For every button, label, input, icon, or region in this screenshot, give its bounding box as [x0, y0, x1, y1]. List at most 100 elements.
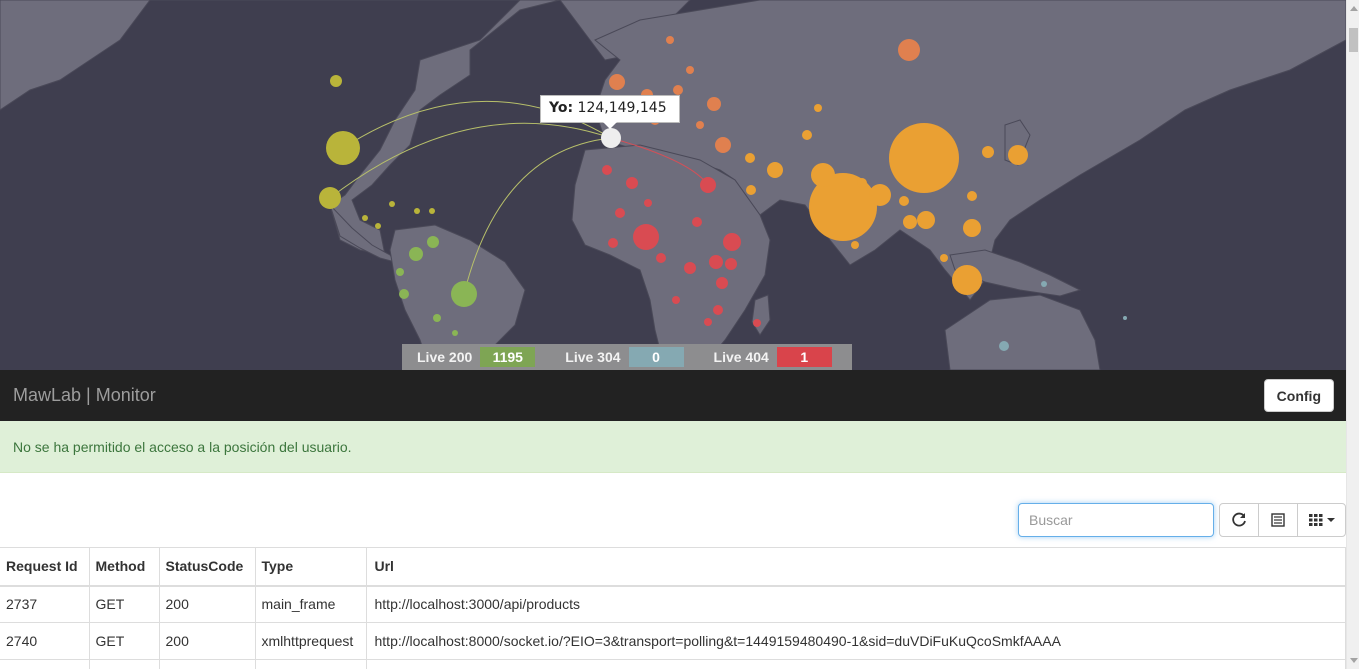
- bubble-colombia[interactable]: [409, 247, 423, 261]
- bubble-mozambique[interactable]: [713, 305, 723, 315]
- column-header-type[interactable]: Type: [255, 547, 367, 587]
- bubble-korea[interactable]: [982, 146, 994, 158]
- bubble-europe-2[interactable]: [707, 97, 721, 111]
- column-header-statuscode[interactable]: StatusCode: [159, 547, 256, 587]
- bubble-cameroon[interactable]: [656, 253, 666, 263]
- bubble-caribbean-3[interactable]: [375, 223, 381, 229]
- columns-dropdown-button[interactable]: [1297, 503, 1346, 537]
- config-button[interactable]: Config: [1263, 379, 1334, 412]
- bubble-bangladesh[interactable]: [869, 184, 891, 206]
- bubble-philippines[interactable]: [963, 219, 981, 237]
- bubble-sudan[interactable]: [692, 217, 702, 227]
- bubble-nigeria[interactable]: [633, 224, 659, 250]
- refresh-button[interactable]: [1219, 503, 1259, 537]
- bubble-malaysia[interactable]: [940, 254, 948, 262]
- my-location-tooltip: Yo: 124,149,145: [540, 95, 680, 129]
- table-row[interactable]: 2740 GET 200 xmlhttprequest http://local…: [0, 622, 1346, 660]
- stat-label: Live 404: [713, 349, 769, 365]
- bubble-mexico[interactable]: [319, 187, 341, 209]
- bubble-russia[interactable]: [898, 39, 920, 61]
- bubble-brazil[interactable]: [451, 281, 477, 307]
- bubble-caribbean-4[interactable]: [362, 215, 368, 221]
- bubble-china[interactable]: [889, 123, 959, 193]
- bubble-europe-5[interactable]: [666, 36, 674, 44]
- column-header-url[interactable]: Url: [366, 547, 1346, 587]
- table-actions: [1219, 503, 1346, 537]
- column-header-method[interactable]: Method: [89, 547, 160, 587]
- australia: [944, 294, 1101, 370]
- bubble-usa[interactable]: [326, 131, 360, 165]
- bubble-japan[interactable]: [1008, 145, 1028, 165]
- stat-value: 1: [776, 347, 832, 367]
- cell-empty: [366, 659, 1346, 669]
- bubble-ethiopia[interactable]: [723, 233, 741, 251]
- bubble-canada[interactable]: [330, 75, 342, 87]
- grid-icon: [1308, 514, 1322, 526]
- bubble-europe-8[interactable]: [696, 121, 704, 129]
- tooltip-value: 124,149,145: [577, 100, 667, 116]
- bubble-caribbean-2[interactable]: [414, 208, 420, 214]
- bubble-china-3[interactable]: [899, 196, 909, 206]
- bubble-png[interactable]: [1123, 316, 1127, 320]
- toggle-view-button[interactable]: [1258, 503, 1298, 537]
- bubble-europe-1[interactable]: [609, 74, 625, 90]
- bubble-argentina[interactable]: [433, 314, 441, 322]
- bubble-pakistan[interactable]: [811, 163, 835, 187]
- bubble-east-africa[interactable]: [709, 255, 723, 269]
- bubble-kenya[interactable]: [725, 258, 737, 270]
- bubble-turkey[interactable]: [715, 137, 731, 153]
- cell-request-id: 2737: [0, 585, 90, 623]
- bubble-saudi[interactable]: [746, 185, 756, 195]
- caret-down-icon: [1326, 518, 1335, 522]
- bubble-caribbean-5[interactable]: [429, 208, 435, 214]
- bubble-morocco[interactable]: [602, 165, 612, 175]
- bubble-ghana[interactable]: [608, 238, 618, 248]
- requests-table: Request Id Method StatusCode Type Url 27…: [0, 547, 1346, 669]
- table-header-row: Request Id Method StatusCode Type Url: [0, 547, 1346, 587]
- bubble-angola[interactable]: [672, 296, 680, 304]
- bubble-iran[interactable]: [767, 162, 783, 178]
- bubble-pacific[interactable]: [1041, 281, 1047, 287]
- bubble-drc[interactable]: [684, 262, 696, 274]
- bubble-indonesia[interactable]: [952, 265, 982, 295]
- stat-value: 0: [628, 347, 684, 367]
- table-row[interactable]: [0, 659, 1346, 669]
- bubble-australia[interactable]: [999, 341, 1009, 351]
- bubble-venezuela[interactable]: [427, 236, 439, 248]
- scroll-up-icon[interactable]: [1350, 6, 1358, 11]
- table-row[interactable]: 2737 GET 200 main_frame http://localhost…: [0, 585, 1346, 623]
- bubble-peru[interactable]: [399, 289, 409, 299]
- tooltip-label: Yo: [549, 100, 568, 116]
- bubble-china-2[interactable]: [857, 178, 867, 188]
- bubble-vietnam[interactable]: [917, 211, 935, 229]
- bubble-tanzania[interactable]: [716, 277, 728, 289]
- cell-statuscode: 200: [159, 622, 256, 660]
- live-stats-bar: Live 200 1195 Live 304 0 Live 404 1: [402, 344, 852, 370]
- bubble-egypt[interactable]: [700, 177, 716, 193]
- bubble-niger[interactable]: [644, 199, 652, 207]
- world-map[interactable]: Yo: 124,149,145 Live 200 1195 Live 304 0…: [0, 0, 1346, 370]
- scroll-down-icon[interactable]: [1350, 658, 1358, 663]
- brand-title[interactable]: MawLab | Monitor: [13, 385, 156, 406]
- bubble-mideast-1[interactable]: [745, 153, 755, 163]
- land-masses: [0, 0, 1346, 370]
- search-input[interactable]: [1018, 503, 1214, 537]
- bubble-chile[interactable]: [452, 330, 458, 336]
- column-header-request-id[interactable]: Request Id: [0, 547, 90, 587]
- bubble-bolivia[interactable]: [396, 268, 404, 276]
- bubble-srilanka[interactable]: [851, 241, 859, 249]
- page-scrollbar[interactable]: [1346, 0, 1359, 669]
- bubble-mideast-3[interactable]: [814, 104, 822, 112]
- bubble-south-africa[interactable]: [704, 318, 712, 326]
- bubble-thailand[interactable]: [903, 215, 917, 229]
- bubble-madagascar[interactable]: [753, 319, 761, 327]
- bubble-taiwan[interactable]: [967, 191, 977, 201]
- bubble-my-location[interactable]: [601, 128, 621, 148]
- bubble-algeria[interactable]: [626, 177, 638, 189]
- bubble-caribbean-1[interactable]: [389, 201, 395, 207]
- bubble-mideast-2[interactable]: [802, 130, 812, 140]
- bubble-europe-4[interactable]: [673, 85, 683, 95]
- bubble-mali[interactable]: [615, 208, 625, 218]
- scrollbar-thumb[interactable]: [1349, 28, 1358, 52]
- bubble-europe-6[interactable]: [686, 66, 694, 74]
